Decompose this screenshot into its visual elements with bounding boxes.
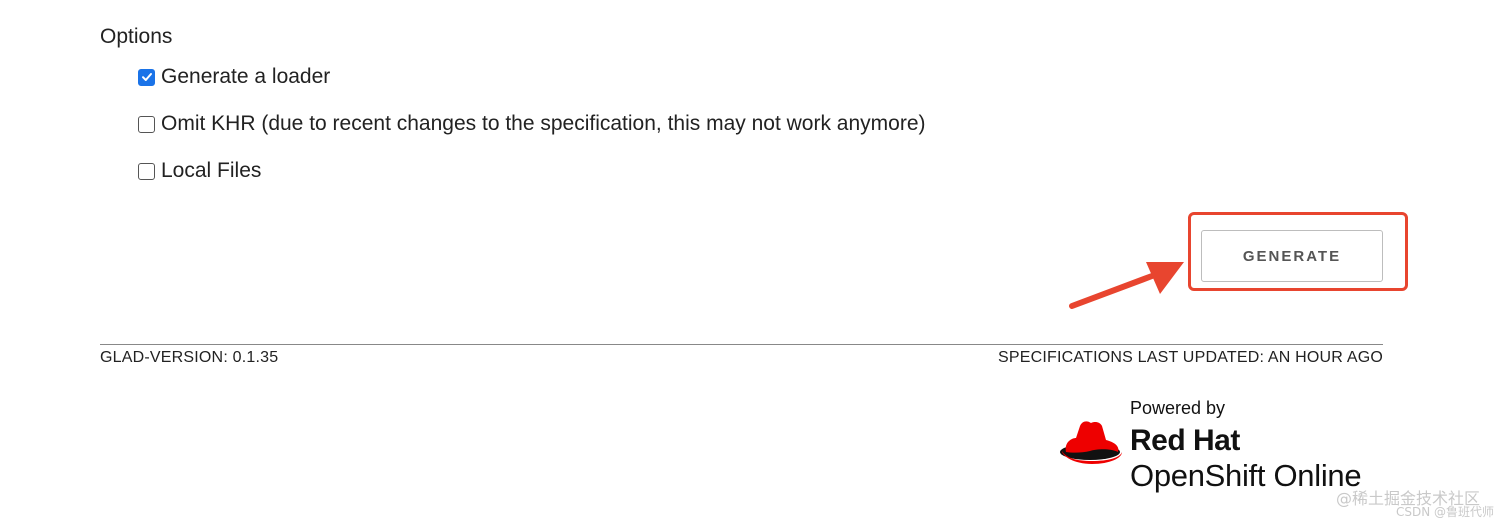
generate-button[interactable]: GENERATE	[1201, 230, 1383, 282]
generate-loader-label: Generate a loader	[161, 65, 331, 88]
option-generate-loader[interactable]: Generate a loader	[138, 64, 330, 90]
glad-version: GLAD-VERSION: 0.1.35	[100, 349, 279, 366]
footer-divider	[100, 344, 1383, 345]
specs-last-updated: SPECIFICATIONS LAST UPDATED: AN HOUR AGO	[998, 349, 1383, 366]
checkmark-icon	[141, 73, 152, 81]
product-name: OpenShift Online	[1130, 458, 1362, 493]
omit-khr-label: Omit KHR (due to recent changes to the s…	[161, 112, 926, 135]
red-hat-fedora-icon	[1060, 421, 1122, 464]
watermark-secondary: CSDN @鲁班代师	[1396, 505, 1495, 519]
local-files-label: Local Files	[161, 159, 262, 182]
options-heading: Options	[100, 25, 173, 48]
option-omit-khr[interactable]: Omit KHR (due to recent changes to the s…	[138, 111, 926, 137]
option-local-files[interactable]: Local Files	[138, 158, 261, 184]
local-files-checkbox[interactable]	[138, 162, 155, 180]
brand-name: Red Hat	[1130, 424, 1240, 457]
omit-khr-checkbox[interactable]	[138, 115, 155, 133]
generate-loader-checkbox[interactable]	[138, 68, 155, 86]
powered-by-label: Powered by	[1130, 398, 1226, 418]
annotation-arrow-icon	[1069, 262, 1184, 309]
